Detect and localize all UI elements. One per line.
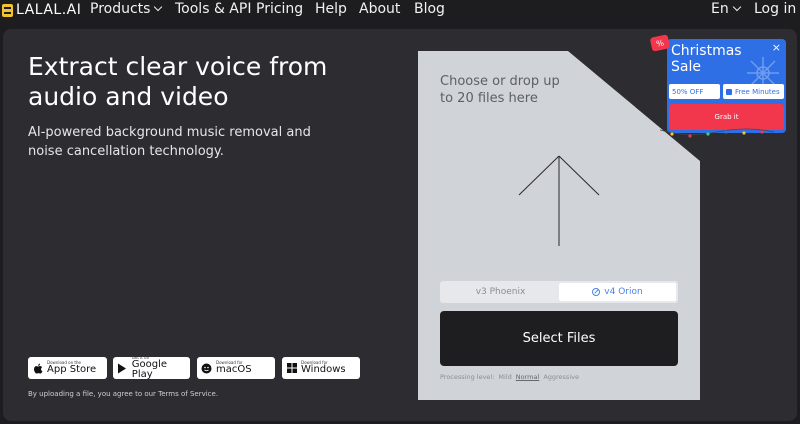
free-minutes-label: Free Minutes	[735, 87, 780, 96]
app-store-button[interactable]: Download on the App Store	[28, 357, 107, 379]
nav-blog[interactable]: Blog	[414, 1, 445, 17]
store-name: Windows	[301, 364, 346, 375]
apple-icon	[32, 363, 43, 374]
christmas-lights-icon	[660, 128, 774, 138]
discount-pill: 50% OFF	[669, 84, 720, 99]
model-v3-phoenix[interactable]: v3 Phoenix	[442, 283, 559, 301]
terms-text: By uploading a file, you agree to our Te…	[28, 390, 219, 398]
windows-button[interactable]: Download for Windows	[282, 357, 360, 379]
nav-products-label: Products	[90, 1, 151, 17]
model-label: v4 Orion	[604, 287, 643, 297]
logo[interactable]: LALAL.AI	[2, 2, 81, 18]
model-selector: v3 Phoenix v4 Orion	[440, 281, 678, 303]
nav-about[interactable]: About	[359, 1, 400, 17]
nav-products[interactable]: Products	[90, 1, 163, 17]
nav-pricing[interactable]: Pricing	[256, 1, 303, 17]
close-icon[interactable]: ×	[772, 41, 781, 54]
hero-title: Extract clear voice from audio and video	[28, 52, 328, 111]
processing-level: Processing level: Mild Normal Aggressive	[440, 373, 579, 381]
top-nav: LALAL.AI Products Tools & API Pricing He…	[0, 0, 800, 22]
login-link[interactable]: Log in	[754, 1, 796, 17]
chevron-down-icon	[732, 2, 741, 12]
drop-prompt: Choose or drop up to 20 files here	[440, 74, 560, 106]
model-label: v3 Phoenix	[475, 287, 526, 297]
processing-aggressive[interactable]: Aggressive	[543, 373, 579, 381]
nav-help[interactable]: Help	[315, 1, 347, 17]
logo-icon	[2, 3, 13, 17]
processing-label: Processing level:	[440, 373, 495, 381]
nav-tools[interactable]: Tools & API	[175, 1, 251, 17]
language-selector[interactable]: En	[711, 1, 741, 17]
macos-button[interactable]: Download for macOS	[197, 357, 275, 379]
play-icon	[117, 363, 128, 374]
hero-subtitle: AI-powered background music removal and …	[28, 125, 311, 159]
logo-text: LALAL.AI	[16, 2, 82, 18]
chevron-down-icon	[154, 2, 163, 12]
select-files-button[interactable]: Select Files	[440, 311, 678, 366]
processing-mild[interactable]: Mild	[498, 373, 511, 381]
google-play-button[interactable]: Get it on Google Play	[113, 356, 190, 380]
christmas-promo: Christmas Sale × 50% OFF Free Minutes Gr…	[667, 39, 786, 133]
processing-normal[interactable]: Normal	[516, 373, 540, 381]
orion-icon	[592, 288, 601, 296]
model-v4-orion[interactable]: v4 Orion	[559, 283, 676, 301]
store-name: App Store	[47, 364, 97, 375]
free-minutes-pill: Free Minutes	[723, 84, 784, 99]
store-name: macOS	[216, 364, 252, 375]
macos-icon	[201, 363, 212, 374]
upload-arrow-icon	[518, 155, 600, 246]
gift-icon	[726, 88, 732, 95]
store-name: Google Play	[131, 359, 168, 380]
language-label: En	[711, 1, 729, 17]
windows-icon	[286, 363, 297, 374]
